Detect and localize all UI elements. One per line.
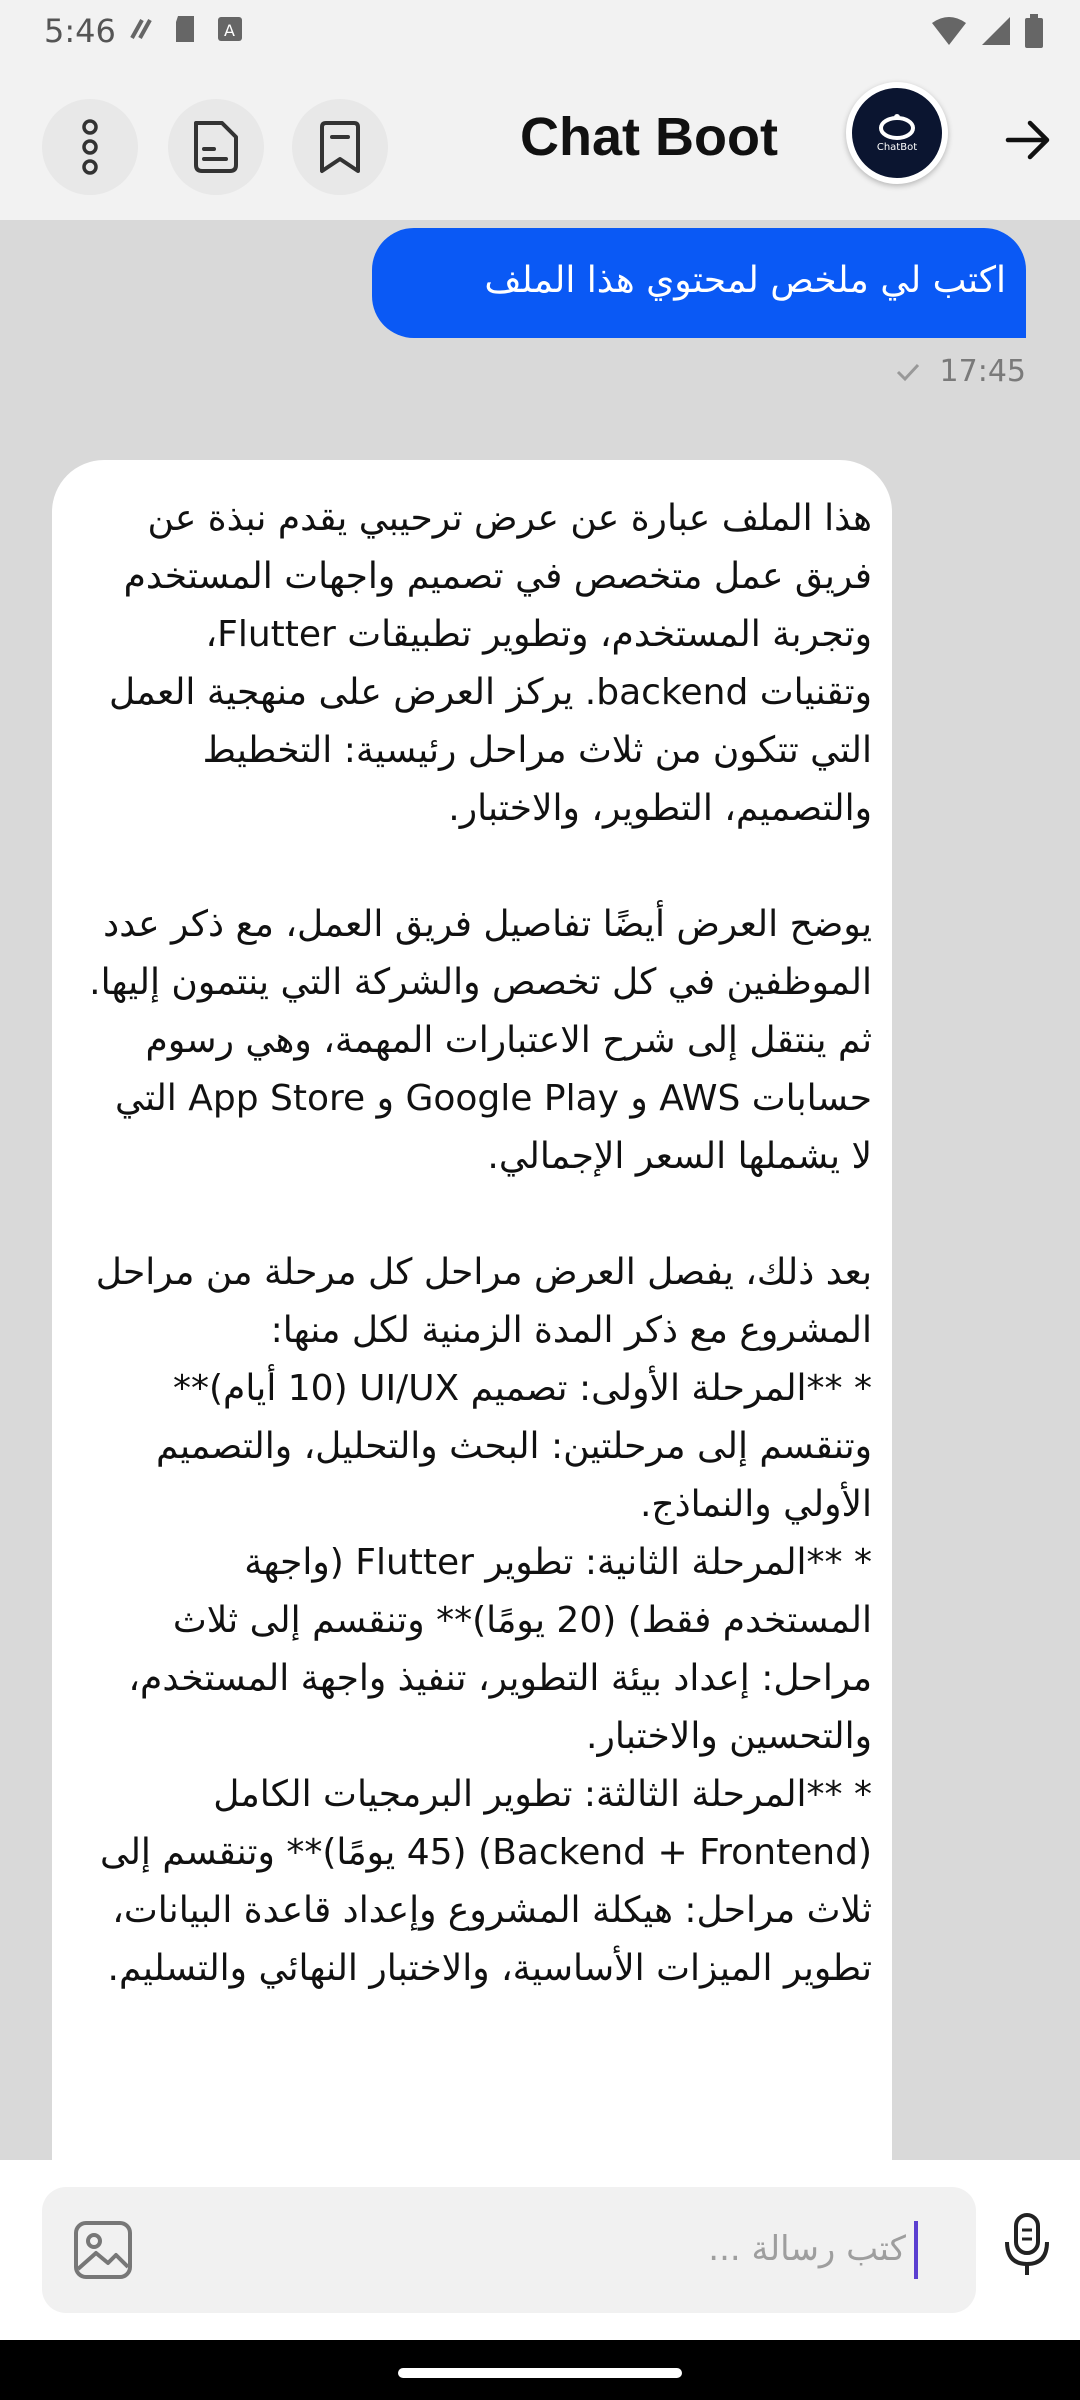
home-indicator[interactable] — [398, 2368, 682, 2378]
microphone-icon — [1005, 2213, 1049, 2275]
message-time: 17:45 — [939, 354, 1026, 389]
document-button[interactable] — [168, 99, 264, 195]
notification-icons: A — [128, 14, 244, 44]
svg-text:A: A — [224, 21, 235, 40]
message-input[interactable]: كتب رسالة ... — [42, 2187, 976, 2313]
system-icons — [930, 14, 1044, 48]
user-message-bubble: اكتب لي ملخص لمحتوي هذا الملف — [372, 228, 1026, 338]
bookmark-button[interactable] — [292, 99, 388, 195]
check-icon — [896, 363, 919, 381]
attach-image-button[interactable] — [72, 2219, 134, 2281]
robot-logo-icon — [879, 113, 915, 140]
navigation-bar — [0, 2340, 1080, 2400]
page-title: Chat Boot — [520, 107, 778, 167]
avatar-label: ChatBot — [876, 141, 918, 153]
network-activity-icon — [130, 19, 152, 39]
chat-messages[interactable]: اكتب لي ملخص لمحتوي هذا الملف 17:45 هذا … — [0, 220, 1080, 2160]
arrow-right-icon — [1005, 120, 1050, 160]
message-meta: 17:45 — [896, 354, 1026, 389]
font-app-icon: A — [218, 17, 242, 41]
bot-message-bubble: هذا الملف عبارة عن عرض ترحيبي يقدم نبذة … — [52, 460, 892, 2160]
more-options-button[interactable] — [42, 99, 138, 195]
message-placeholder: كتب رسالة ... — [708, 2229, 906, 2269]
cell-signal-icon — [982, 17, 1010, 45]
document-icon — [194, 121, 238, 173]
bot-message-text: هذا الملف عبارة عن عرض ترحيبي يقدم نبذة … — [89, 498, 872, 1989]
bookmark-icon — [320, 121, 360, 173]
status-time: 5:46 — [44, 12, 116, 50]
battery-icon — [1025, 14, 1043, 48]
status-bar: 5:46 A — [0, 0, 1080, 64]
image-icon — [74, 2221, 132, 2279]
sd-card-icon — [176, 16, 194, 42]
app-bar: Chat Boot ChatBot — [0, 64, 1080, 220]
text-cursor — [914, 2221, 918, 2279]
back-button[interactable] — [1000, 112, 1056, 168]
user-message-text: اكتب لي ملخص لمحتوي هذا الملف — [484, 260, 1006, 301]
wifi-icon — [932, 17, 966, 45]
composer: كتب رسالة ... — [0, 2160, 1080, 2340]
chatbot-avatar[interactable]: ChatBot — [846, 82, 948, 184]
microphone-button[interactable] — [996, 2206, 1058, 2284]
more-vert-icon — [82, 119, 98, 175]
